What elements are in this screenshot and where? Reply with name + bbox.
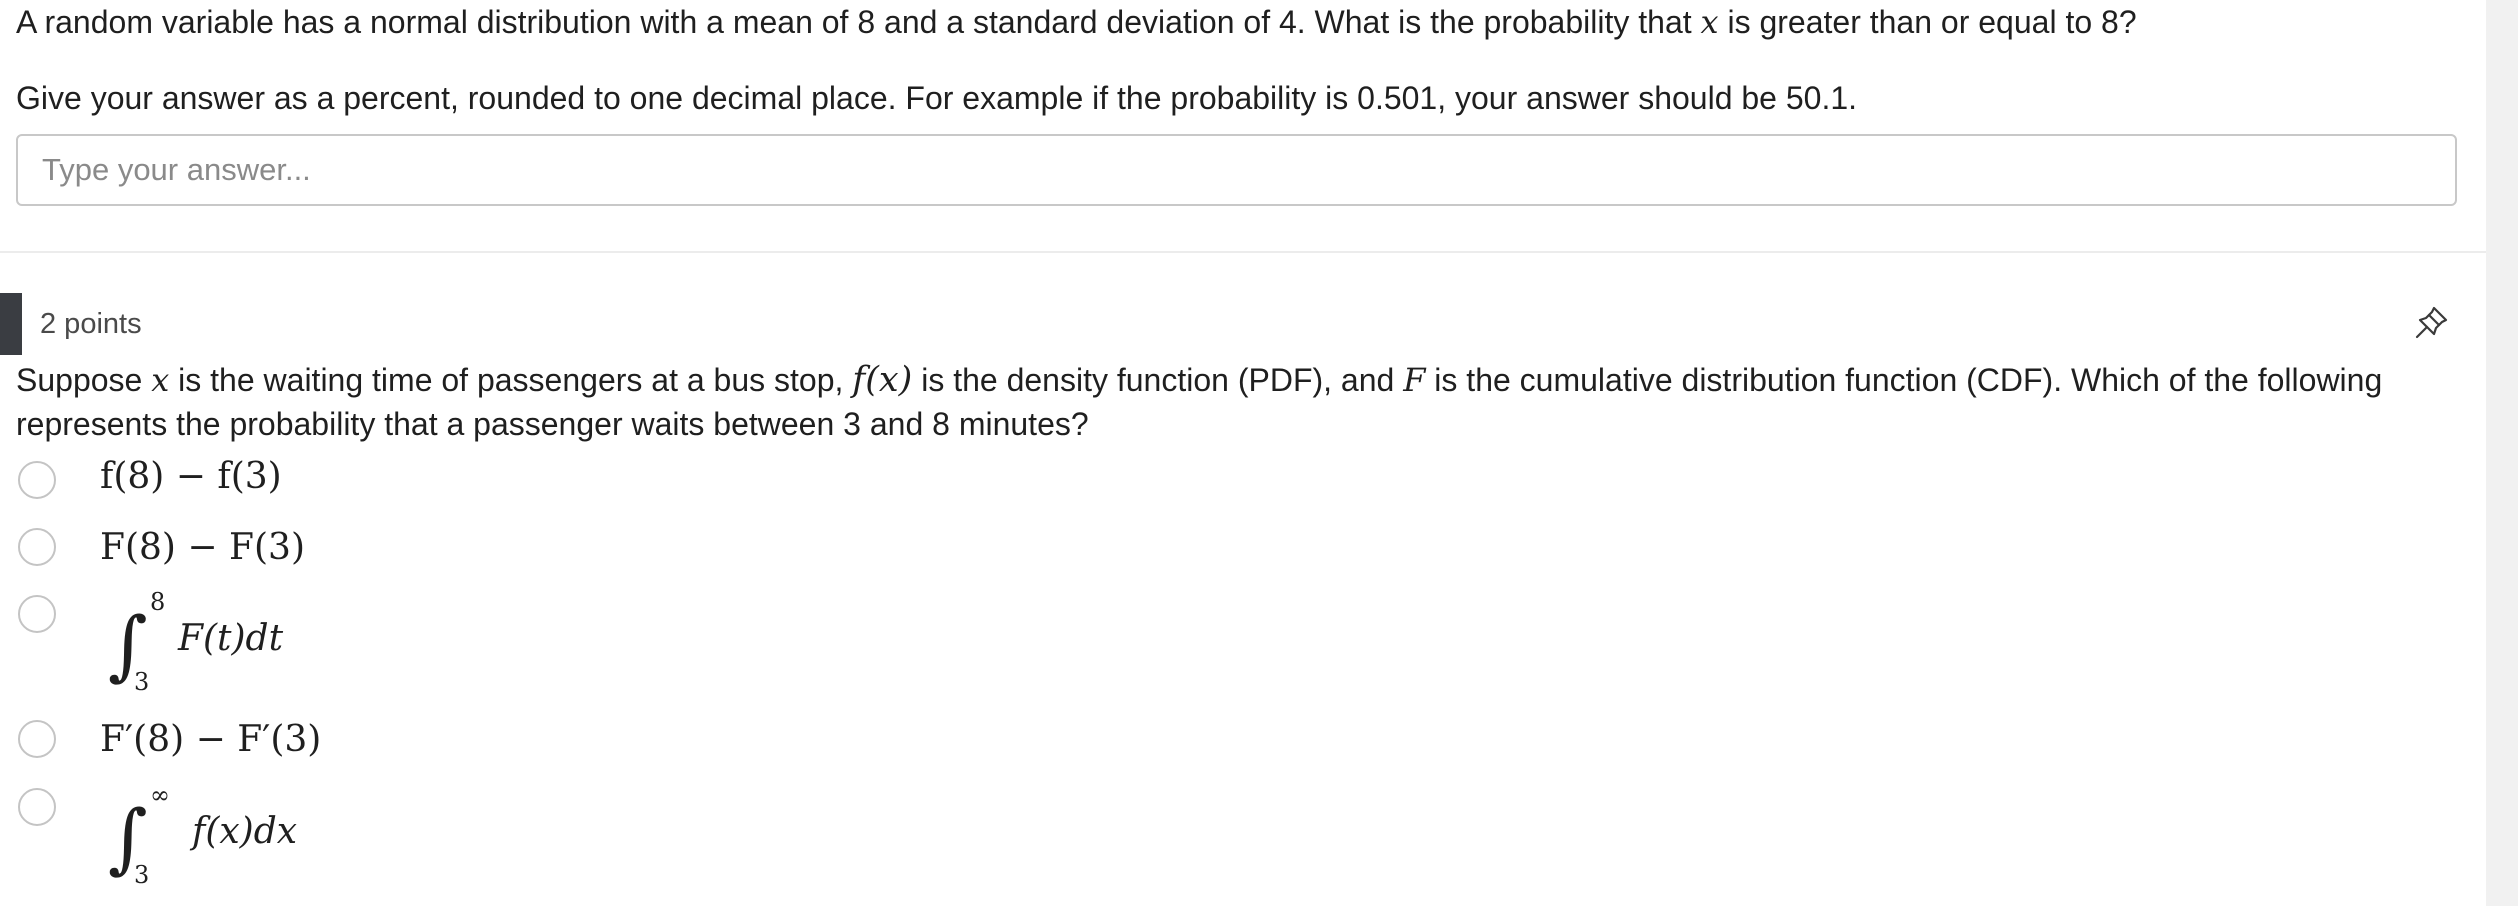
question-2-text: Suppose x is the waiting time of passeng… — [16, 358, 2436, 446]
math-variable-x: x — [151, 361, 170, 399]
integral-body: F(t)dt — [178, 618, 284, 659]
choice-2-radio[interactable] — [18, 528, 56, 566]
choice-3-integral: ∫ 8 3 F(t)dt — [96, 588, 396, 715]
points-label: 2 points — [40, 308, 142, 340]
choice-4-radio[interactable] — [18, 720, 56, 758]
choice-1-label: f(8) − f(3) — [100, 456, 282, 497]
choice-2-label: F(8) − F(3) — [100, 527, 305, 568]
math-cdf-F: F — [1403, 361, 1426, 399]
quiz-page: A random variable has a normal distribut… — [0, 0, 2518, 906]
question-1-text-end: is greater than or equal to 8? — [1718, 4, 2137, 40]
question-1-instructions: Give your answer as a percent, rounded t… — [16, 80, 1858, 116]
q2-text-part: is the waiting time of passengers at a b… — [169, 362, 853, 398]
quiz-content: A random variable has a normal distribut… — [0, 0, 2486, 906]
q2-text-part: Suppose — [16, 362, 152, 398]
math-variable-x: x — [1700, 3, 1719, 41]
choice-4-label: F′(8) − F′(3) — [100, 719, 322, 760]
q2-text-part: is the density function (PDF), and — [912, 362, 1404, 398]
question-1-text: A random variable has a normal distribut… — [16, 0, 2137, 44]
scrollbar[interactable] — [2486, 0, 2518, 906]
integral-lower-limit: 3 — [134, 861, 150, 889]
choice-5-radio[interactable] — [18, 788, 56, 826]
question-1-text-start: A random variable has a normal distribut… — [16, 4, 1701, 40]
integral-body: f(x)dx — [192, 811, 298, 852]
integral-upper-limit: ∞ — [150, 781, 170, 809]
answer-input[interactable] — [16, 134, 2457, 206]
question-divider — [0, 251, 2486, 253]
question-accent-bar — [0, 293, 22, 355]
choice-5-integral: ∫ ∞ 3 f(x)dx — [96, 781, 396, 906]
integral-lower-limit: 3 — [134, 668, 150, 696]
choice-1-radio[interactable] — [18, 461, 56, 499]
integral-upper-limit: 8 — [150, 588, 166, 616]
pin-icon[interactable] — [2412, 302, 2452, 342]
choice-3-radio[interactable] — [18, 595, 56, 633]
math-density-fx: f(x) — [852, 360, 913, 400]
